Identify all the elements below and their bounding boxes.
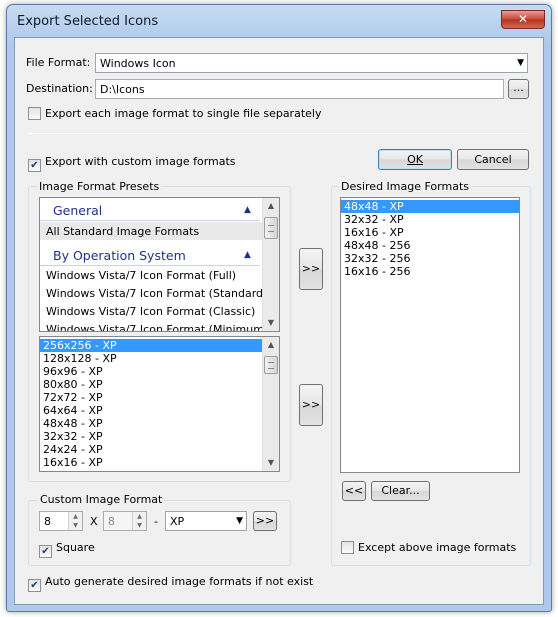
checkmark-icon[interactable]: ✔: [28, 159, 41, 172]
except-formats-checkbox-box[interactable]: [341, 541, 354, 554]
os-header-line: [40, 265, 260, 266]
separate-file-checkbox-box[interactable]: [28, 107, 41, 120]
preset-item-vista-classic[interactable]: Windows Vista/7 Icon Format (Classic): [46, 305, 255, 318]
desired-formats-list[interactable]: 48x48 - XP 32x32 - XP 16x16 - XP 48x48 -…: [340, 197, 520, 473]
chevron-down-icon: ▼: [517, 58, 524, 68]
custom-format-group-title: Custom Image Format: [38, 493, 165, 506]
list-item[interactable]: 16x16 - XP: [341, 226, 519, 239]
height-value: 8: [108, 515, 115, 528]
destination-value: D:\Icons: [100, 83, 145, 96]
close-button[interactable]: ✕: [501, 10, 545, 29]
list-item[interactable]: 16x16 - XP: [40, 456, 279, 469]
square-label: Square: [56, 541, 95, 554]
destination-label: Destination:: [26, 82, 93, 95]
remove-format-button[interactable]: <<: [342, 481, 366, 501]
width-spin-arrows[interactable]: ▲ ▼: [68, 512, 82, 530]
list-item[interactable]: 128x128 - XP: [40, 352, 279, 365]
export-dialog-window: Export Selected Icons ✕ File Format: Win…: [6, 4, 552, 612]
desired-group-title: Desired Image Formats: [339, 180, 471, 193]
list-item[interactable]: 48x48 - XP: [40, 417, 279, 430]
chevron-up-icon[interactable]: ▲: [244, 250, 251, 260]
width-stepper[interactable]: 8 ▲ ▼: [39, 511, 83, 531]
os-header[interactable]: By Operation System: [53, 248, 186, 263]
list-item[interactable]: 256x256 - XP: [40, 339, 262, 352]
except-formats-label: Except above image formats: [358, 541, 517, 554]
cancel-button[interactable]: Cancel: [457, 149, 529, 170]
formats-scrollbar[interactable]: ▲ ▼: [262, 337, 279, 471]
spin-down-icon[interactable]: ▼: [133, 521, 146, 530]
formats-list[interactable]: 256x256 - XP 128x128 - XP 96x96 - XP 80x…: [39, 336, 280, 472]
close-icon: ✕: [517, 12, 529, 26]
custom-formats-label: Export with custom image formats: [45, 155, 236, 168]
except-formats-checkbox[interactable]: Except above image formats: [341, 541, 516, 554]
preset-item-vista-standard[interactable]: Windows Vista/7 Icon Format (Standard): [46, 287, 267, 300]
separate-file-checkbox[interactable]: Export each image format to single file …: [28, 107, 321, 120]
custom-formats-checkbox[interactable]: ✔ Export with custom image formats: [28, 155, 236, 172]
file-format-value: Windows Icon: [100, 57, 176, 70]
color-depth-value: XP: [170, 515, 185, 528]
list-item[interactable]: 64x64 - XP: [40, 404, 279, 417]
spin-up-icon[interactable]: ▲: [133, 512, 146, 521]
list-item[interactable]: 80x80 - XP: [40, 378, 279, 391]
add-custom-button[interactable]: >>: [253, 511, 277, 531]
scrollbar-thumb[interactable]: [264, 217, 278, 239]
width-value: 8: [44, 515, 51, 528]
chevron-down-icon: ▼: [236, 516, 243, 526]
window-title: Export Selected Icons: [17, 14, 159, 29]
height-stepper[interactable]: 8 ▲ ▼: [103, 511, 147, 531]
general-header[interactable]: General: [53, 203, 102, 218]
scroll-down-icon[interactable]: ▼: [263, 315, 279, 331]
preset-item-all-standard[interactable]: All Standard Image Formats: [46, 225, 199, 238]
presets-scrollbar[interactable]: ▲ ▼: [262, 198, 279, 331]
preset-item-vista-minimum[interactable]: Windows Vista/7 Icon Format (Minimum): [46, 323, 268, 331]
scroll-up-icon[interactable]: ▲: [263, 198, 279, 214]
browse-button[interactable]: ...: [508, 79, 529, 99]
scroll-down-icon[interactable]: ▼: [263, 455, 279, 471]
add-format-button[interactable]: >>: [299, 384, 323, 426]
checkmark-icon[interactable]: ✔: [28, 579, 41, 592]
spin-down-icon[interactable]: ▼: [69, 521, 82, 530]
clear-button[interactable]: Clear...: [371, 481, 430, 501]
spin-up-icon[interactable]: ▲: [69, 512, 82, 521]
add-preset-button[interactable]: >>: [299, 248, 323, 290]
ok-button-label: OK: [407, 153, 423, 166]
list-item[interactable]: 72x72 - XP: [40, 391, 279, 404]
separate-file-label: Export each image format to single file …: [45, 107, 322, 120]
scrollbar-thumb[interactable]: [264, 356, 278, 374]
auto-generate-label: Auto generate desired image formats if n…: [45, 575, 314, 588]
list-item[interactable]: 32x32 - XP: [341, 213, 519, 226]
title-bar[interactable]: Export Selected Icons ✕: [7, 5, 551, 41]
square-checkbox[interactable]: ✔ Square: [39, 541, 95, 558]
preset-item-vista-full[interactable]: Windows Vista/7 Icon Format (Full): [46, 269, 236, 282]
scroll-up-icon[interactable]: ▲: [263, 337, 279, 353]
checkmark-icon[interactable]: ✔: [39, 545, 52, 558]
file-format-label: File Format:: [26, 56, 91, 69]
ok-button[interactable]: OK: [378, 149, 452, 170]
dialog-client-area: File Format: Windows Icon ▼ Destination:…: [14, 37, 544, 605]
destination-input[interactable]: D:\Icons: [95, 79, 504, 99]
list-item[interactable]: 32x32 - 256: [341, 252, 519, 265]
presets-list[interactable]: General ▲ All Standard Image Formats By …: [39, 197, 280, 332]
general-header-line: [40, 220, 260, 221]
chevron-up-icon[interactable]: ▲: [244, 205, 251, 215]
list-item[interactable]: 48x48 - XP: [341, 200, 519, 213]
auto-generate-checkbox[interactable]: ✔ Auto generate desired image formats if …: [28, 575, 313, 592]
file-format-select[interactable]: Windows Icon ▼: [95, 53, 528, 73]
cancel-button-label: Cancel: [474, 153, 512, 166]
list-item[interactable]: 96x96 - XP: [40, 365, 279, 378]
presets-group-title: Image Format Presets: [37, 180, 162, 193]
list-item[interactable]: 48x48 - 256: [341, 239, 519, 252]
divider: [28, 133, 528, 134]
dash-label: -: [154, 515, 158, 528]
times-label: X: [90, 515, 98, 528]
list-item[interactable]: 16x16 - 256: [341, 265, 519, 278]
height-spin-arrows[interactable]: ▲ ▼: [132, 512, 146, 530]
list-item[interactable]: 32x32 - XP: [40, 430, 279, 443]
color-depth-select[interactable]: XP ▼: [165, 511, 247, 531]
list-item[interactable]: 24x24 - XP: [40, 443, 279, 456]
